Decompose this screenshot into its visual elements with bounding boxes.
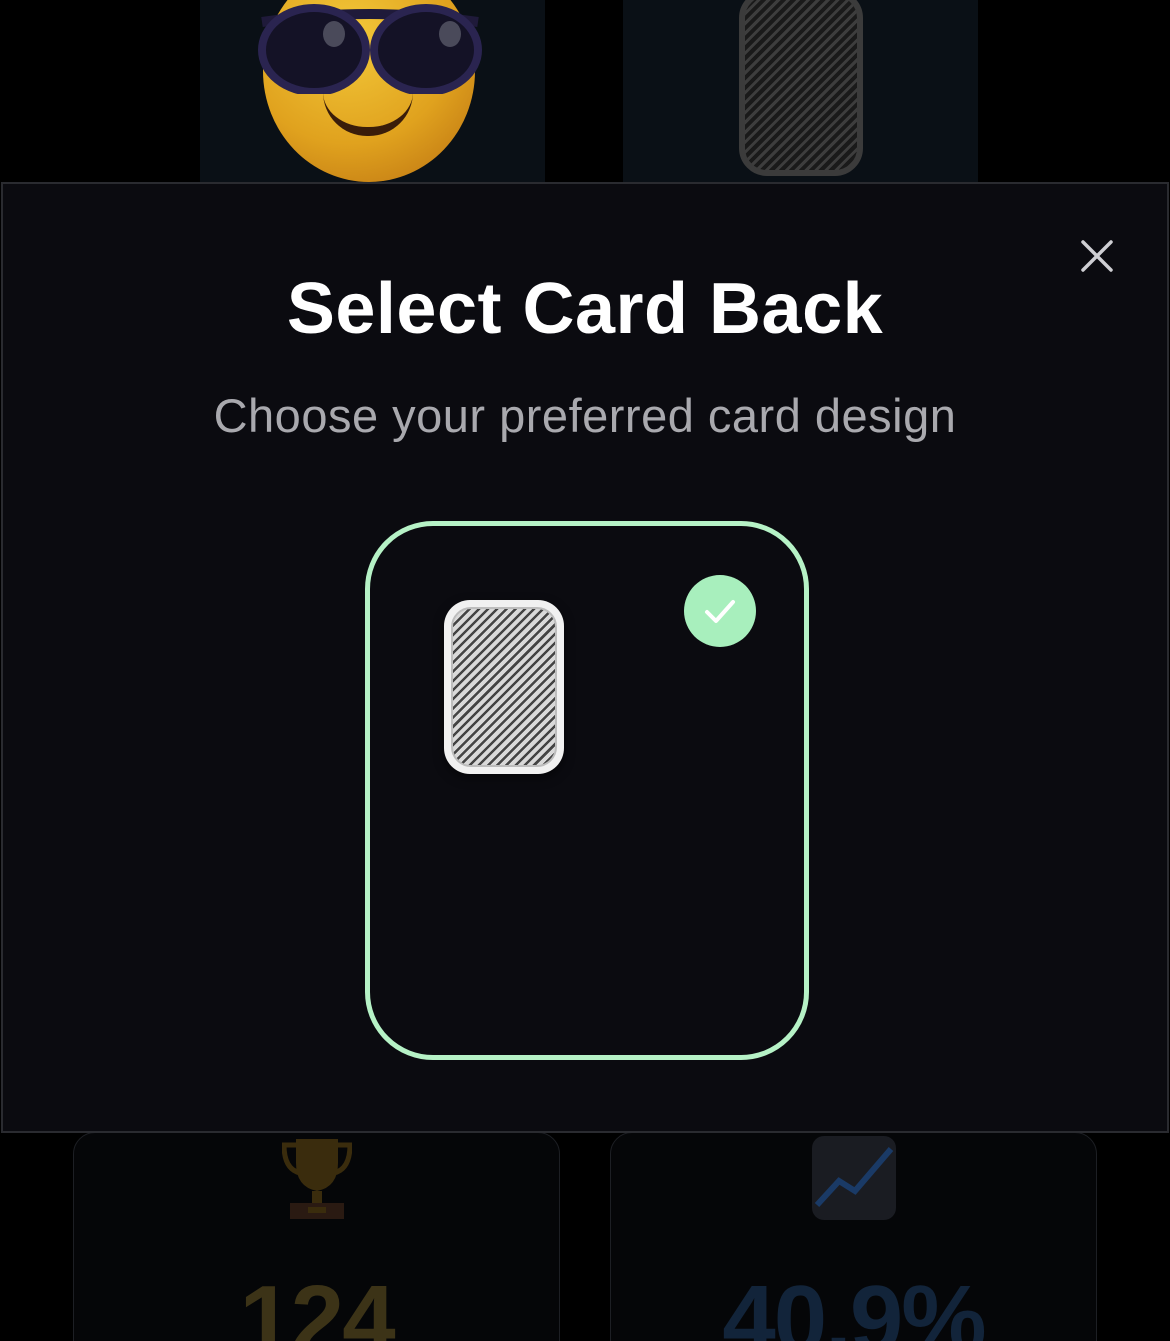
trophy-icon <box>282 1139 352 1219</box>
sunglasses-icon <box>258 4 482 94</box>
card-back-preview <box>444 600 564 774</box>
wins-stat-value: 124 <box>239 1266 395 1341</box>
modal-subtitle: Choose your preferred card design <box>213 389 957 442</box>
card-back-option-selected[interactable] <box>365 521 809 1060</box>
modal-title: Select Card Back <box>286 269 884 349</box>
chart-increasing-icon <box>812 1136 896 1220</box>
page: 124 40.9% Select Card Back Choose your p… <box>0 0 1170 1341</box>
card-back-icon <box>739 0 863 176</box>
selected-check-badge <box>684 575 756 647</box>
win-rate-stat-value: 40.9% <box>722 1266 986 1341</box>
card-back-modal: Select Card Back Choose your preferred c… <box>1 182 1169 1133</box>
card-back-pattern <box>451 607 557 767</box>
checkmark-icon <box>705 600 735 623</box>
wins-stat-card: 124 <box>73 1132 560 1341</box>
win-rate-stat-card: 40.9% <box>610 1132 1097 1341</box>
